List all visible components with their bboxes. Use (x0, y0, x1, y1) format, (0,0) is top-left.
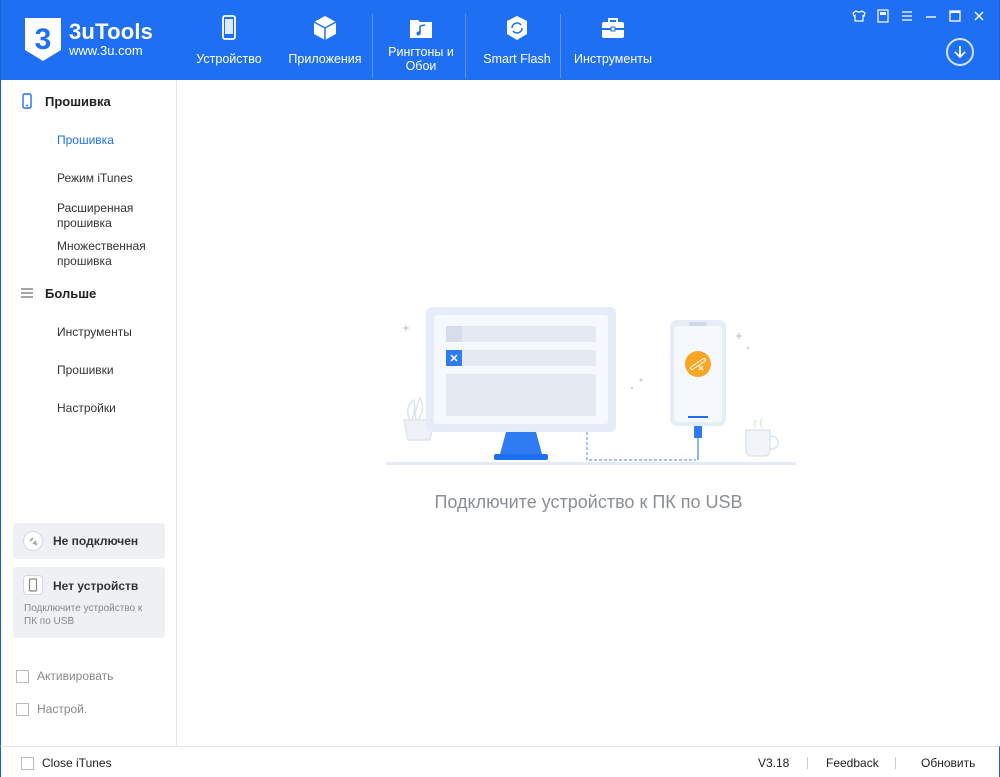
connection-status-text: Не подключен (53, 534, 139, 548)
window-controls (851, 8, 987, 24)
disconnected-icon (23, 531, 43, 551)
phone-icon (222, 15, 236, 40)
sidebar-item-itunes-mode[interactable]: Режим iTunes (57, 171, 172, 186)
sidebar-item-advanced-flash[interactable]: Расширенная прошивка (57, 201, 172, 231)
nav-device-label: Устройство (196, 52, 262, 66)
settings-checkbox-row[interactable]: Настрой. (16, 702, 87, 716)
title-bar: 3 3uTools www.3u.com Устройство Приложен… (0, 0, 1000, 80)
toolbox-icon (602, 18, 624, 38)
sidebar-section-firmware-title: Прошивка (45, 93, 111, 109)
device-status-desc: Подключите устройство к ПК по USB (24, 603, 143, 627)
menu-icon[interactable] (899, 8, 915, 24)
main-content: Подключите устройство к ПК по USB (178, 80, 999, 746)
divider (895, 757, 896, 769)
nav-device[interactable]: Устройство (181, 0, 277, 80)
device-status-title: Нет устройств (53, 579, 139, 593)
sidebar-item-multi-flash[interactable]: Множественная прошивка (57, 239, 172, 269)
activate-checkbox-label: Активировать (37, 669, 114, 683)
feedback-link[interactable]: Feedback (826, 756, 879, 770)
app-logo: 3 3uTools www.3u.com (21, 14, 153, 64)
logo-badge-icon: 3 (21, 14, 65, 64)
shirt-icon[interactable] (851, 8, 867, 24)
download-button[interactable] (946, 38, 974, 66)
status-bar: Close iTunes V3.18 Feedback Обновить (0, 746, 1000, 777)
activate-checkbox-row[interactable]: Активировать (16, 669, 113, 683)
sidebar: Прошивка Прошивка Режим iTunes Расширенн… (0, 80, 177, 746)
close-itunes-label: Close iTunes (42, 756, 112, 770)
sidebar-section-firmware: Прошивка (19, 93, 111, 109)
list-icon (19, 285, 35, 301)
close-itunes-checkbox[interactable] (21, 756, 34, 770)
connect-message: Подключите устройство к ПК по USB (434, 492, 743, 512)
nav-tools[interactable]: Инструменты (565, 0, 661, 80)
nav-apps-label: Приложения (288, 52, 362, 66)
nav-ringtones[interactable]: Рингтоны и Обои (373, 0, 469, 80)
close-itunes-row[interactable]: Close iTunes (21, 756, 112, 770)
main-nav: Устройство Приложения Рингтоны и Обои Sm… (181, 0, 661, 80)
nav-smart-flash-label: Smart Flash (483, 52, 551, 66)
sidebar-item-settings[interactable]: Настройки (57, 401, 172, 416)
minimize-icon[interactable] (923, 8, 939, 24)
maximize-icon[interactable] (947, 8, 963, 24)
divider (807, 757, 808, 769)
device-status-card: Нет устройств Подключите устройство к ПК… (13, 567, 165, 638)
nav-ringtones-label: Рингтоны и Обои (388, 45, 454, 73)
close-icon[interactable] (971, 8, 987, 24)
flash-shield-icon (507, 16, 527, 40)
sidebar-section-more-title: Больше (45, 285, 97, 301)
svg-text:3: 3 (35, 23, 52, 56)
settings-checkbox[interactable] (16, 702, 29, 716)
download-arrow-icon (954, 46, 966, 59)
no-device-icon (23, 575, 43, 595)
update-link[interactable]: Обновить (921, 756, 975, 770)
sidebar-item-tools[interactable]: Инструменты (57, 325, 172, 340)
connect-device-illustration (386, 307, 796, 465)
phone-outline-icon (19, 93, 35, 109)
nav-tools-label: Инструменты (574, 52, 652, 66)
sidebar-item-firmwares[interactable]: Прошивки (57, 363, 172, 378)
settings-checkbox-label: Настрой. (37, 702, 88, 716)
sidebar-item-firmware[interactable]: Прошивка (57, 133, 172, 148)
nav-smart-flash[interactable]: Smart Flash (469, 0, 565, 80)
sidebar-section-more: Больше (19, 285, 96, 301)
version-label: V3.18 (758, 756, 790, 770)
connection-status-card: Не подключен (13, 523, 165, 559)
logo-subtitle: www.3u.com (69, 43, 143, 58)
nav-apps[interactable]: Приложения (277, 0, 373, 80)
cube-icon (313, 16, 337, 40)
note-icon[interactable] (875, 8, 891, 24)
music-folder-icon (410, 20, 432, 38)
activate-checkbox[interactable] (16, 669, 29, 683)
logo-title: 3uTools (69, 19, 154, 44)
